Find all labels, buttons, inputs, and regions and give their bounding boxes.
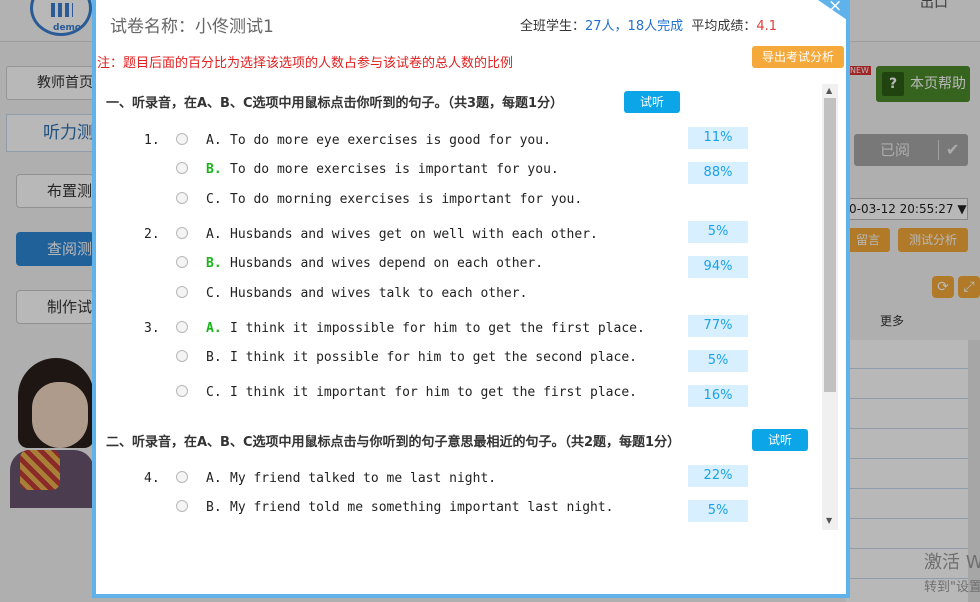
section-title: 二、听录音，在A、B、C选项中用鼠标点击与你听到的句子意思最相近的句子。（共2题… xyxy=(106,435,681,450)
option-radio[interactable] xyxy=(176,385,188,397)
class-stats: 全班学生：27人，18人完成 平均成绩：4.1 xyxy=(520,15,777,34)
questions-scroll-area[interactable]: 一、听录音，在A、B、C选项中用鼠标点击你听到的句子。（共3题，每题1分） 试听… xyxy=(100,84,822,530)
option-percent: 22% xyxy=(688,465,748,487)
option-text: To do more eye exercises is good for you… xyxy=(230,133,551,148)
option-text: I think it impossible for him to get the… xyxy=(230,321,645,336)
scroll-up-arrow-icon[interactable]: ▲ xyxy=(826,86,832,95)
question-number: 1. xyxy=(144,133,160,148)
option-letter: A. xyxy=(206,227,222,242)
option-radio[interactable] xyxy=(176,162,188,174)
scrollbar-thumb[interactable] xyxy=(824,98,836,392)
listen-button[interactable]: 试听 xyxy=(752,429,808,451)
page-title: 试卷名称：小佟测试1 xyxy=(110,17,274,37)
option-percent: 16% xyxy=(688,385,748,407)
option-radio[interactable] xyxy=(176,133,188,145)
option-text: My friend talked to me last night. xyxy=(230,471,497,486)
option-text: To do more exercises is important for yo… xyxy=(230,162,559,177)
option-text: Husbands and wives talk to each other. xyxy=(230,286,528,301)
option-radio[interactable] xyxy=(176,227,188,239)
option-radio[interactable] xyxy=(176,500,188,512)
option-letter: C. xyxy=(206,385,222,400)
option-text: Husbands and wives get on well with each… xyxy=(230,227,598,242)
average-value: 4.1 xyxy=(756,19,778,34)
option-letter: A. xyxy=(206,133,222,148)
option-text: I think it important for him to get the … xyxy=(230,385,637,400)
scroll-down-arrow-icon[interactable]: ▼ xyxy=(826,516,832,525)
section-title: 一、听录音，在A、B、C选项中用鼠标点击你听到的句子。（共3题，每题1分） xyxy=(106,96,564,111)
option-letter-correct: B. xyxy=(206,162,222,177)
option-text: I think it possible for him to get the s… xyxy=(230,350,637,365)
test-analysis-dialog: 试卷名称：小佟测试1 全班学生：27人，18人完成 平均成绩：4.1 注：题目后… xyxy=(92,0,850,598)
option-percent: 77% xyxy=(688,315,748,337)
option-text: To do morning exercises is important for… xyxy=(230,192,583,207)
option-radio[interactable] xyxy=(176,256,188,268)
dialog-scrollbar[interactable]: ▲ ▼ xyxy=(822,84,838,530)
option-letter-correct: B. xyxy=(206,256,222,271)
option-text: My friend told me something important la… xyxy=(230,500,614,515)
option-text: Husbands and wives depend on each other. xyxy=(230,256,544,271)
option-percent: 5% xyxy=(688,500,748,522)
option-letter: C. xyxy=(206,286,222,301)
option-letter-correct: A. xyxy=(206,321,222,336)
option-radio[interactable] xyxy=(176,350,188,362)
question-number: 3. xyxy=(144,321,160,336)
option-radio[interactable] xyxy=(176,471,188,483)
export-analysis-button[interactable]: 导出考试分析 xyxy=(752,46,844,68)
question-number: 4. xyxy=(144,471,160,486)
close-icon[interactable]: × xyxy=(828,0,842,16)
average-label: 平均成绩： xyxy=(691,19,757,34)
class-value: 27人，18人完成 xyxy=(585,19,684,34)
class-label: 全班学生： xyxy=(520,19,586,34)
question-number: 2. xyxy=(144,227,160,242)
listen-button[interactable]: 试听 xyxy=(624,91,680,113)
option-letter: A. xyxy=(206,471,222,486)
option-percent: 88% xyxy=(688,162,748,184)
option-percent: 5% xyxy=(688,350,748,372)
option-radio[interactable] xyxy=(176,286,188,298)
option-percent: 94% xyxy=(688,256,748,278)
percentage-note: 注：题目后面的百分比为选择该选项的人数占参与该试卷的总人数的比例 xyxy=(97,56,514,71)
option-radio[interactable] xyxy=(176,321,188,333)
option-letter: B. xyxy=(206,500,222,515)
option-letter: B. xyxy=(206,350,222,365)
option-radio[interactable] xyxy=(176,192,188,204)
option-percent: 11% xyxy=(688,127,748,149)
option-letter: C. xyxy=(206,192,222,207)
option-percent: 5% xyxy=(688,221,748,243)
